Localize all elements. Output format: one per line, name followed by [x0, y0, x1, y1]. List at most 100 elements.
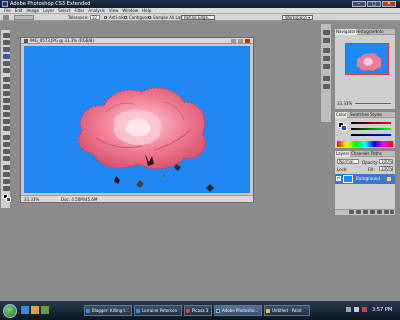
background-color-swatch[interactable]: [6, 197, 11, 202]
blue-slider[interactable]: [351, 134, 391, 136]
healing-brush-tool-icon[interactable]: [3, 77, 10, 82]
pen-tool-icon[interactable]: [3, 135, 10, 140]
tab-layers[interactable]: Layers: [335, 151, 351, 157]
tolerance-label: Tolerance:: [68, 15, 89, 20]
brushes-panel-icon[interactable]: [323, 48, 330, 53]
clone-source-panel-icon[interactable]: [323, 64, 330, 69]
color-bg-swatch[interactable]: [341, 125, 347, 131]
red-slider[interactable]: [351, 122, 391, 124]
workspace-dropdown[interactable]: Workspace ▾: [282, 15, 314, 20]
doc-maximize-button[interactable]: [238, 39, 243, 43]
new-layer-icon[interactable]: [384, 210, 389, 214]
volume-tray-icon[interactable]: [354, 307, 359, 312]
start-button[interactable]: [3, 304, 17, 318]
fill-input[interactable]: 100%: [379, 166, 393, 171]
tab-navigator[interactable]: Navigator: [335, 29, 357, 35]
doc-close-button[interactable]: [245, 39, 250, 43]
magic-wand-tool-icon[interactable]: [3, 54, 10, 59]
trash-icon[interactable]: [390, 210, 394, 214]
tolerance-input[interactable]: 32: [90, 15, 100, 20]
taskbar-item-lorraine[interactable]: Lorraine Peterson: [134, 305, 182, 316]
window-title: Adobe Photoshop CS3 Extended: [10, 1, 91, 7]
document-canvas[interactable]: [24, 46, 250, 193]
layer-thumbnail: [343, 175, 353, 183]
tab-color[interactable]: Color: [335, 112, 348, 118]
anti-alias-checkbox[interactable]: [104, 16, 107, 19]
paragraph-panel-icon[interactable]: [323, 84, 330, 89]
minimize-button[interactable]: –: [352, 1, 366, 7]
taskbar-item-picasa[interactable]: Picasa 3: [184, 305, 212, 316]
adjustment-layer-icon[interactable]: [370, 210, 375, 214]
color-spectrum-ramp[interactable]: [337, 141, 393, 147]
security-tray-icon[interactable]: [362, 307, 367, 312]
layer-mask-icon[interactable]: [363, 210, 368, 214]
sample-all-checkbox[interactable]: [148, 16, 151, 19]
color-tabs: Color Swatches Styles: [335, 112, 395, 118]
taskbar-item-paint[interactable]: Untitled - Paint: [264, 305, 310, 316]
zoom-readout[interactable]: 33.33%: [24, 196, 39, 203]
layer-row-background[interactable]: ◉ Background: [335, 174, 395, 184]
maximize-button[interactable]: ▢: [367, 1, 381, 7]
character-panel-icon[interactable]: [323, 76, 330, 81]
quick-launch-ie-icon[interactable]: [21, 306, 29, 314]
tab-swatches[interactable]: Swatches: [349, 112, 370, 118]
marquee-tool-icon[interactable]: [3, 40, 10, 45]
doc-minimize-button[interactable]: [231, 39, 236, 43]
navigator-zoom[interactable]: 33.33%: [337, 101, 352, 107]
taskbar-item-label: Adobe Photosho...: [222, 308, 259, 313]
selection-mode-buttons[interactable]: [14, 15, 34, 20]
blend-mode-select[interactable]: Normal: [337, 159, 359, 164]
ie-icon: [86, 309, 90, 313]
history-panel-icon[interactable]: [323, 30, 330, 35]
tab-styles[interactable]: Styles: [369, 112, 383, 118]
refine-edge-button[interactable]: Refine Edge...: [181, 15, 215, 20]
path-selection-tool-icon[interactable]: [3, 149, 10, 154]
slice-tool-icon[interactable]: [3, 68, 10, 73]
eye-icon[interactable]: ◉: [336, 176, 341, 181]
ps-icon: [216, 309, 220, 313]
document-title: IMG_0573.JPG @ 33.3% (RGB/8): [30, 38, 95, 43]
close-button[interactable]: ✕: [382, 1, 396, 7]
quick-launch-media-icon[interactable]: [41, 306, 49, 314]
gradient-tool-icon[interactable]: [3, 112, 10, 117]
history-brush-tool-icon[interactable]: [3, 98, 10, 103]
eyedropper-tool-icon[interactable]: [3, 172, 10, 177]
layer-style-icon[interactable]: [356, 210, 361, 214]
type-tool-icon[interactable]: [3, 142, 10, 147]
brush-tool-icon[interactable]: [3, 84, 10, 89]
move-tool-icon[interactable]: [3, 33, 10, 38]
tool-presets-panel-icon[interactable]: [323, 56, 330, 61]
contiguous-checkbox[interactable]: [124, 16, 127, 19]
taskbar-item-label: Blogger: Killing t...: [92, 308, 129, 313]
color-panel: Color Swatches Styles: [334, 111, 396, 149]
magic-wand-preset-icon[interactable]: [3, 15, 9, 20]
navigator-zoom-slider[interactable]: [355, 103, 391, 104]
eraser-tool-icon[interactable]: [3, 105, 10, 110]
taskbar-item-label: Lorraine Peterson: [142, 308, 178, 313]
shape-tool-icon[interactable]: [3, 156, 10, 161]
quick-launch-folder-icon[interactable]: [31, 306, 39, 314]
link-layers-icon[interactable]: [349, 210, 354, 214]
new-group-icon[interactable]: [377, 210, 382, 214]
taskbar-item-photoshop[interactable]: Adobe Photosho...: [214, 305, 262, 316]
actions-panel-icon[interactable]: [323, 38, 330, 43]
opacity-input[interactable]: 100%: [379, 159, 393, 164]
lasso-tool-icon[interactable]: [3, 47, 10, 52]
green-slider[interactable]: [351, 128, 391, 130]
blur-tool-icon[interactable]: [3, 119, 10, 124]
hand-tool-icon[interactable]: [3, 179, 10, 184]
clone-stamp-tool-icon[interactable]: [3, 91, 10, 96]
taskbar-clock[interactable]: 3:57 PM: [372, 307, 392, 313]
notes-tool-icon[interactable]: [3, 165, 10, 170]
crop-tool-icon[interactable]: [3, 61, 10, 66]
tab-info[interactable]: Info: [375, 29, 385, 35]
network-tray-icon[interactable]: [346, 307, 351, 312]
document-title-bar[interactable]: IMG_0573.JPG @ 33.3% (RGB/8): [21, 38, 253, 44]
navigator-preview[interactable]: [345, 43, 389, 75]
zoom-tool-icon[interactable]: [3, 186, 10, 191]
tab-channels[interactable]: Channels: [350, 151, 371, 157]
dodge-tool-icon[interactable]: [3, 126, 10, 131]
ie-icon: [136, 309, 140, 313]
taskbar-item-blogger[interactable]: Blogger: Killing t...: [84, 305, 132, 316]
tab-paths[interactable]: Paths: [370, 151, 383, 157]
